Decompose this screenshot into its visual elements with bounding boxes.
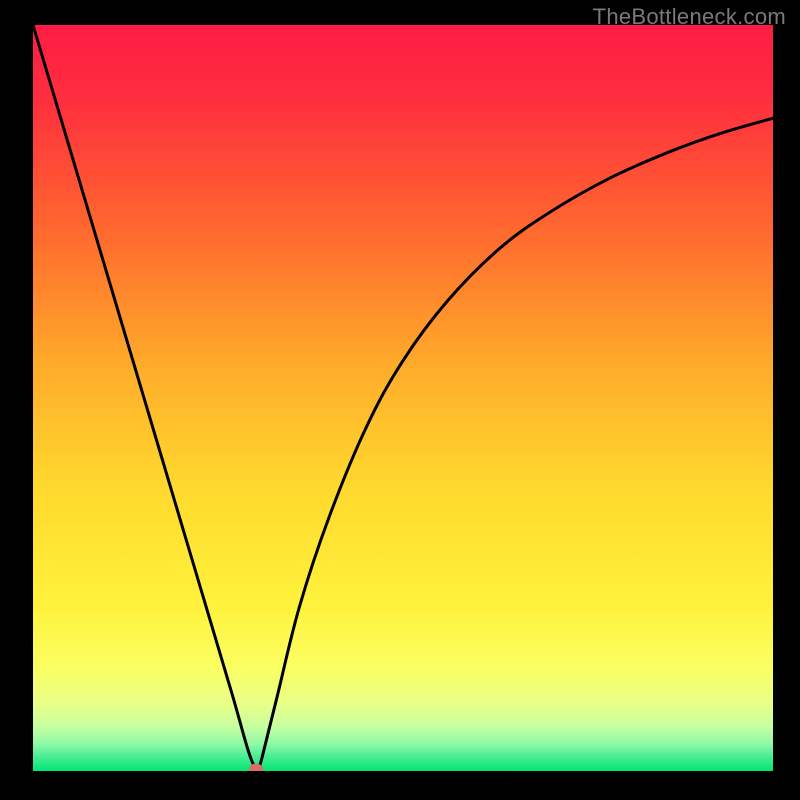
minimum-marker xyxy=(249,763,263,771)
chart-frame: TheBottleneck.com xyxy=(0,0,800,800)
watermark-text: TheBottleneck.com xyxy=(593,4,786,30)
chart-svg xyxy=(33,25,773,771)
plot-area xyxy=(33,25,773,771)
